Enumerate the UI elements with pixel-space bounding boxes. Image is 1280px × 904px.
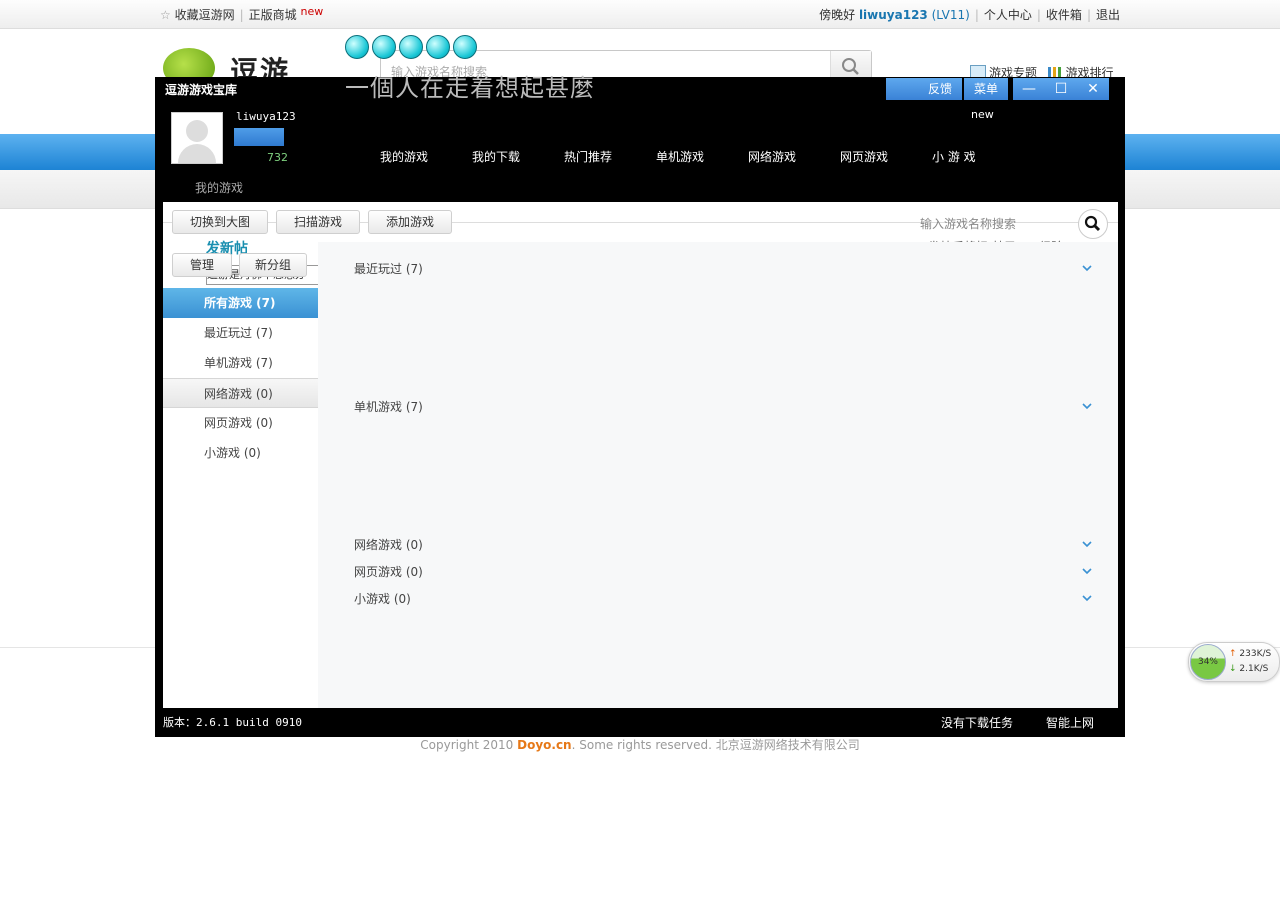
nav-my-games[interactable]: 我的游戏 xyxy=(380,148,472,165)
bubble-icon xyxy=(372,35,396,59)
speed-widget[interactable]: 34% ↑ 233K/S ↓ 2.1K/S xyxy=(1188,642,1280,682)
avatar[interactable] xyxy=(171,112,223,164)
star-icon[interactable]: ☆ xyxy=(160,8,171,22)
upload-speed: ↑ 233K/S xyxy=(1229,649,1271,659)
group-header-recent[interactable]: 最近玩过 (7) xyxy=(354,260,423,277)
user-level: (LV11) xyxy=(931,8,970,22)
client-score: 732 xyxy=(267,151,288,164)
copyright-pre: Copyright 2010 xyxy=(420,738,518,752)
new-group-button[interactable]: 新分组 xyxy=(239,253,307,277)
nav-mini[interactable]: 小 游 戏 xyxy=(932,148,1024,165)
download-speed-value: 2.1K/S xyxy=(1239,664,1269,674)
shop-link[interactable]: 正版商城 xyxy=(249,8,297,22)
feedback-button[interactable]: 反馈 xyxy=(886,78,962,100)
library-content: 切换到大图 扫描游戏 添加游戏 输入游戏名称搜索 发新帖 逗游是丹佛中恋悉办 发… xyxy=(163,202,1118,708)
shop-new-badge: new xyxy=(300,5,324,18)
close-icon[interactable]: ✕ xyxy=(1077,78,1109,100)
bubble-icon xyxy=(426,35,450,59)
bubble-icon xyxy=(453,35,477,59)
group-header-mini[interactable]: 小游戏 (0) xyxy=(354,590,411,607)
maximize-icon[interactable]: ☐ xyxy=(1045,78,1077,100)
client-nav: 我的游戏 我的下载 热门推荐 单机游戏 网络游戏 网页游戏小 游 戏 xyxy=(380,148,1024,165)
divider: | xyxy=(1086,8,1091,22)
search-icon xyxy=(1084,215,1101,232)
greeting: 傍晚好 xyxy=(819,8,856,22)
sidebar-item-mini[interactable]: 小游戏 (0) xyxy=(163,438,318,468)
chevron-down-icon[interactable] xyxy=(1081,565,1093,577)
switch-view-button[interactable]: 切换到大图 xyxy=(172,210,268,234)
group-header-online[interactable]: 网络游戏 (0) xyxy=(354,536,423,553)
manage-button[interactable]: 管理 xyxy=(172,253,232,277)
copyright-brand[interactable]: Doyo.cn xyxy=(517,738,572,752)
breadcrumb: 我的游戏 xyxy=(195,181,244,195)
window-controls: — ☐ ✕ xyxy=(1013,78,1109,100)
add-game-button[interactable]: 添加游戏 xyxy=(368,210,452,234)
client-username: liwuya123 xyxy=(236,110,296,123)
chevron-down-icon[interactable] xyxy=(1081,592,1093,604)
download-tasks-link[interactable]: 没有下载任务 xyxy=(941,714,1013,731)
nav-web[interactable]: 网页游戏 xyxy=(840,148,932,165)
avatar-body-icon xyxy=(178,144,216,163)
level-bar xyxy=(234,128,284,146)
group-header-single[interactable]: 单机游戏 (7) xyxy=(354,398,423,415)
divider: | xyxy=(974,8,979,22)
site-topbar: ☆ 收藏逗游网 | 正版商城 new 傍晚好 liwuya123 (LV11) | 个人… xyxy=(0,0,1280,29)
chevron-down-icon[interactable] xyxy=(1081,538,1093,550)
sidebar-item-single[interactable]: 单机游戏 (7) xyxy=(163,348,318,378)
profile-link[interactable]: 个人中心 xyxy=(984,8,1032,22)
sidebar-item-recent[interactable]: 最近玩过 (7) xyxy=(163,318,318,348)
avatar-head-icon xyxy=(186,120,208,142)
bubble-icon xyxy=(345,35,369,59)
library-search-button[interactable] xyxy=(1078,209,1108,239)
copyright-post: . Some rights reserved. 北京逗游网络技术有限公司 xyxy=(571,738,860,752)
group-header-web[interactable]: 网页游戏 (0) xyxy=(354,563,423,580)
slogan-text: 一個人在走着想起甚麼 xyxy=(345,74,595,102)
menu-new-tag: new xyxy=(971,108,994,121)
chevron-down-icon[interactable] xyxy=(1081,400,1093,412)
window-title: 逗游游戏宝库 xyxy=(165,83,238,97)
download-speed: ↓ 2.1K/S xyxy=(1229,664,1268,674)
nav-my-downloads[interactable]: 我的下载 xyxy=(472,148,564,165)
minimize-icon[interactable]: — xyxy=(1013,78,1045,100)
sidebar-item-web[interactable]: 网页游戏 (0) xyxy=(163,408,318,438)
username-link[interactable]: liwuya123 xyxy=(859,8,928,22)
sidebar-item-all[interactable]: 所有游戏 (7) xyxy=(163,288,318,318)
bubble-decoration xyxy=(345,35,480,62)
divider: | xyxy=(1036,8,1041,22)
category-sidebar: 所有游戏 (7) 最近玩过 (7) 单机游戏 (7) 网络游戏 (0) 网页游戏… xyxy=(163,288,318,708)
topbar-right: 傍晚好 liwuya123 (LV11) | 个人中心 | 收件箱 | 退出 xyxy=(819,6,1120,23)
game-groups-panel: 最近玩过 (7) 单机游戏 (7) 网络游戏 (0) 网页游戏 (0) 小游戏 … xyxy=(318,242,1118,708)
speed-percent: 34% xyxy=(1190,644,1226,680)
library-search[interactable]: 输入游戏名称搜索 xyxy=(913,209,1108,239)
arrow-up-icon: ↑ xyxy=(1229,649,1237,659)
version-label: 版本：2.6.1 build 0910 xyxy=(163,716,302,729)
smart-net-link[interactable]: 智能上网 xyxy=(1046,714,1094,731)
inbox-link[interactable]: 收件箱 xyxy=(1046,8,1082,22)
nav-single[interactable]: 单机游戏 xyxy=(656,148,748,165)
copyright: Copyright 2010 Doyo.cn. Some rights rese… xyxy=(0,736,1280,753)
library-search-placeholder: 输入游戏名称搜索 xyxy=(920,217,1017,231)
topbar-left: ☆ 收藏逗游网 | 正版商城 new xyxy=(160,5,324,23)
nav-hot[interactable]: 热门推荐 xyxy=(564,148,656,165)
scan-games-button[interactable]: 扫描游戏 xyxy=(276,210,360,234)
sidebar-item-online[interactable]: 网络游戏 (0) xyxy=(163,378,318,408)
game-library-window: 逗游游戏宝库 反馈 菜单 — ☐ ✕ new liwuya123 732 我的游… xyxy=(155,77,1125,737)
bookmark-link[interactable]: 收藏逗游网 xyxy=(175,8,235,22)
nav-online[interactable]: 网络游戏 xyxy=(748,148,840,165)
divider: | xyxy=(239,8,244,22)
logout-link[interactable]: 退出 xyxy=(1096,8,1120,22)
upload-speed-value: 233K/S xyxy=(1239,649,1272,659)
menu-button[interactable]: 菜单 xyxy=(964,78,1008,100)
bubble-icon xyxy=(399,35,423,59)
chevron-down-icon[interactable] xyxy=(1081,262,1093,274)
arrow-down-icon: ↓ xyxy=(1229,664,1237,674)
